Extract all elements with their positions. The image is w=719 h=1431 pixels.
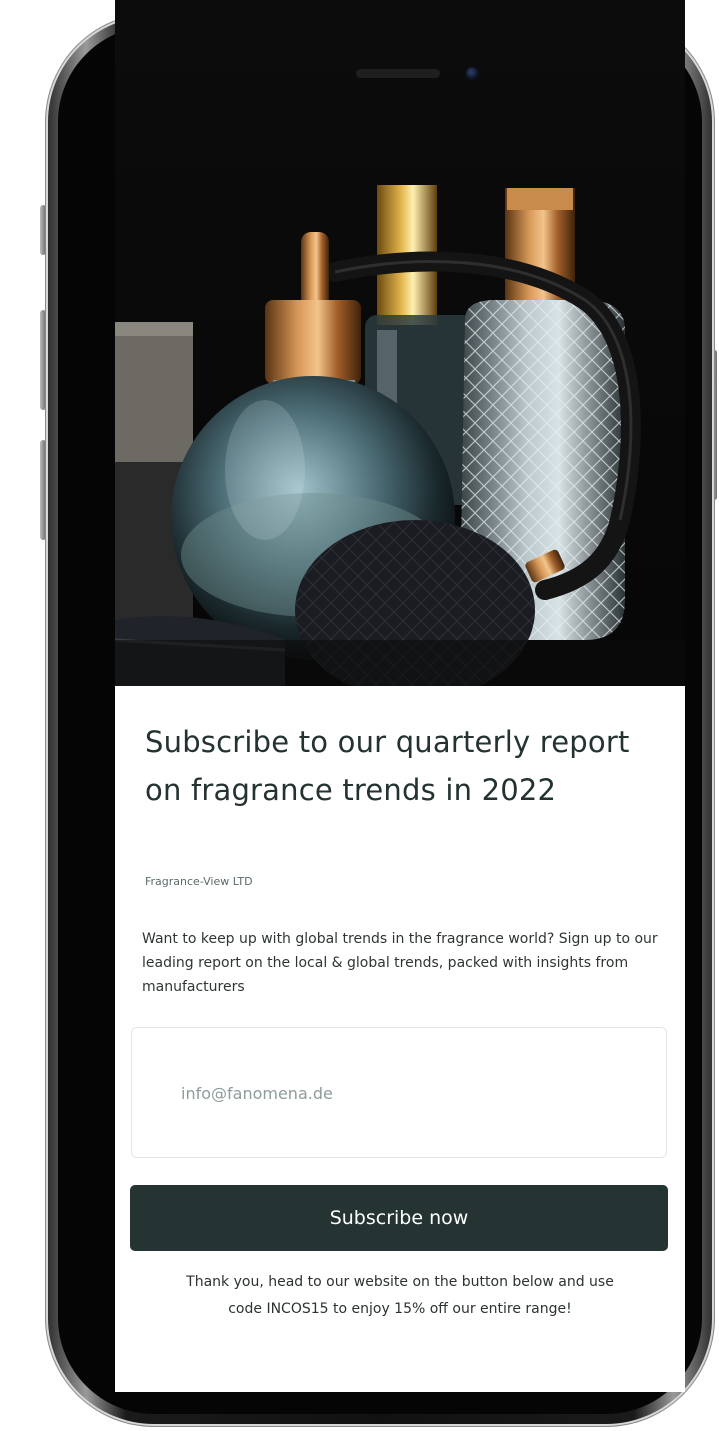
- subscribe-button[interactable]: Subscribe now: [130, 1185, 668, 1251]
- earpiece-speaker: [356, 69, 440, 78]
- description-text: Want to keep up with global trends in th…: [142, 931, 658, 995]
- company-name: Fragrance-View LTD: [145, 875, 253, 888]
- email-field-container[interactable]: [131, 1027, 667, 1158]
- phone-screen: Subscribe to our quarterly report on fra…: [115, 0, 685, 1392]
- email-field[interactable]: [181, 1080, 621, 1106]
- front-camera-icon: [466, 67, 479, 80]
- perfume-bottles-image: [115, 0, 685, 686]
- stage: Subscribe to our quarterly report on fra…: [0, 0, 719, 1431]
- page-title: Subscribe to our quarterly report on fra…: [145, 725, 630, 807]
- thank-you-message: Thank you, head to our website on the bu…: [186, 1274, 614, 1317]
- subscribe-panel: Subscribe to our quarterly report on fra…: [115, 686, 685, 1392]
- hero-image: [115, 0, 685, 686]
